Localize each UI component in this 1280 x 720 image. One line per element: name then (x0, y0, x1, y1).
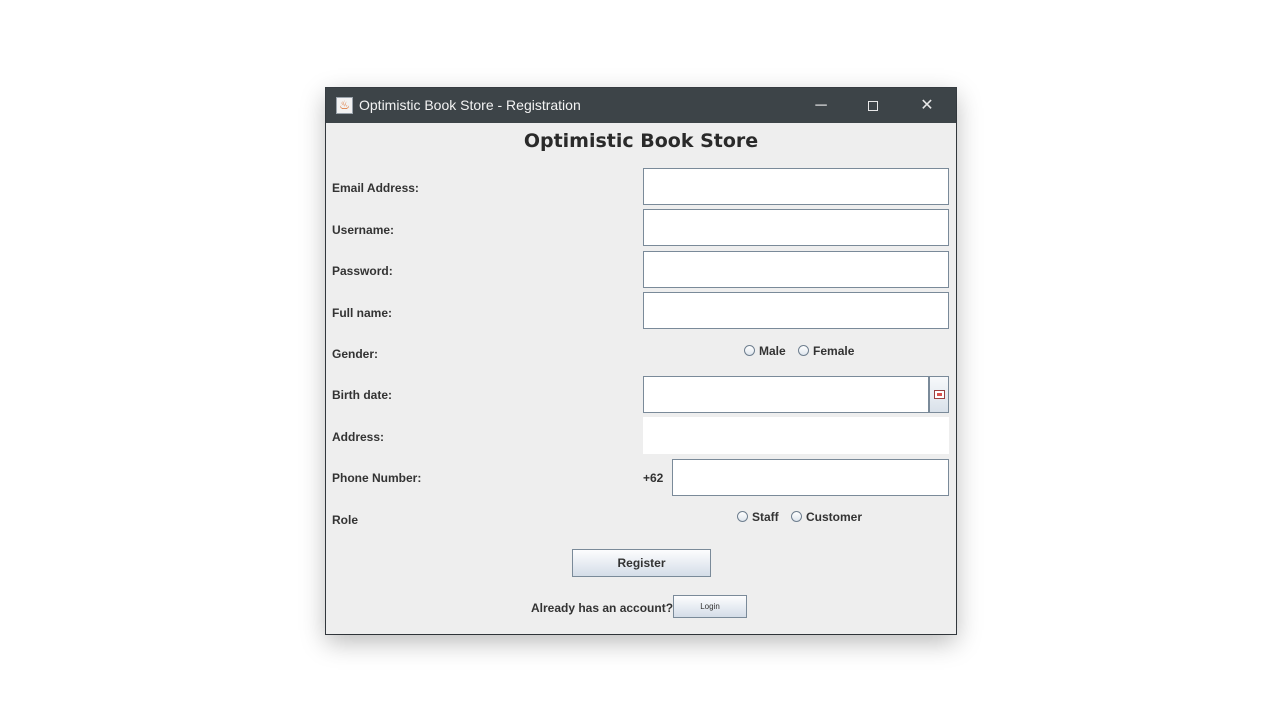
phone-label: Phone Number: (332, 471, 422, 485)
email-field[interactable] (643, 168, 949, 205)
password-label: Password: (332, 264, 393, 278)
radio-circle-icon (737, 511, 748, 522)
fullname-field[interactable] (643, 292, 949, 329)
password-field[interactable] (643, 251, 949, 288)
maximize-icon (868, 100, 878, 111)
gender-radio-female[interactable]: Female (798, 344, 854, 358)
calendar-icon (934, 390, 945, 399)
calendar-picker-button[interactable] (929, 376, 949, 413)
role-radio-group: Staff Customer (737, 510, 871, 524)
gender-label: Gender: (332, 347, 379, 361)
page-title: Optimistic Book Store (523, 130, 759, 152)
registration-window: ♨ Optimistic Book Store - Registration ─… (326, 88, 956, 634)
role-label: Role (332, 513, 359, 527)
phone-field[interactable] (672, 459, 949, 496)
birthdate-field[interactable] (643, 376, 929, 413)
role-radio-customer[interactable]: Customer (791, 510, 862, 524)
fullname-label: Full name: (332, 306, 393, 320)
username-label: Username: (332, 223, 395, 237)
account-question: Already has an account? (531, 601, 674, 615)
radio-circle-icon (798, 345, 810, 356)
birthdate-label: Birth date: (332, 388, 392, 402)
window-title: Optimistic Book Store - Registration (359, 97, 581, 113)
title-bar[interactable]: ♨ Optimistic Book Store - Registration ─… (326, 88, 956, 123)
role-radio-staff[interactable]: Staff (737, 510, 779, 524)
address-field[interactable] (643, 417, 949, 454)
gender-radio-group: Male Female (744, 344, 863, 358)
radio-circle-icon (791, 511, 803, 522)
address-label: Address: (332, 430, 385, 444)
minimize-button[interactable]: ─ (798, 88, 844, 123)
close-button[interactable]: ✕ (904, 88, 950, 123)
close-icon: ✕ (920, 97, 934, 114)
minimize-icon: ─ (815, 97, 827, 114)
role-option-label: Customer (806, 510, 863, 524)
phone-prefix: +62 (643, 471, 664, 485)
gender-option-label: Female (813, 344, 855, 358)
login-button[interactable]: Login (673, 595, 747, 618)
radio-circle-icon (744, 345, 755, 356)
java-app-icon: ♨ (336, 97, 353, 114)
email-label: Email Address: (332, 181, 419, 195)
maximize-button[interactable] (850, 88, 896, 123)
username-field[interactable] (643, 209, 949, 246)
gender-radio-male[interactable]: Male (744, 344, 786, 358)
register-button[interactable]: Register (572, 549, 711, 577)
role-option-label: Staff (752, 510, 779, 524)
gender-option-label: Male (759, 344, 786, 358)
